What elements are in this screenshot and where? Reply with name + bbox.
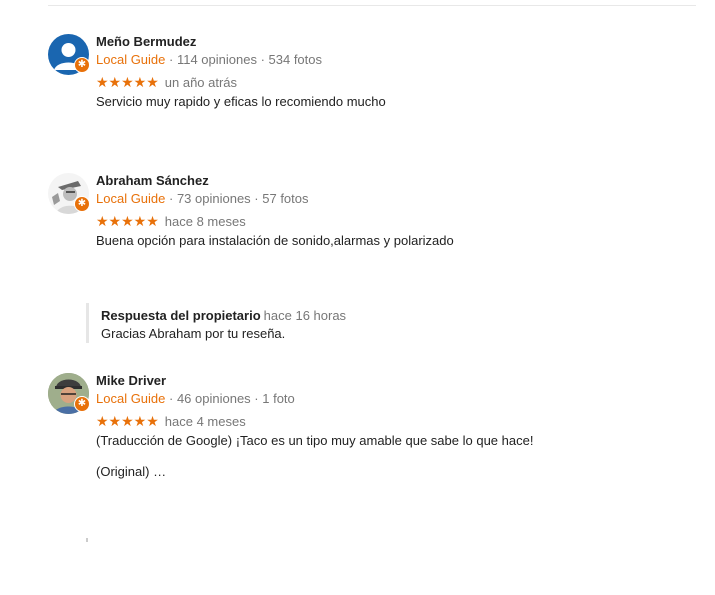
- reviewer-name[interactable]: Mike Driver: [96, 373, 166, 388]
- rating-row: ★★★★★ hace 4 meses: [96, 413, 246, 431]
- reviewer-name[interactable]: Abraham Sánchez: [96, 173, 209, 188]
- review-date: hace 4 meses: [164, 414, 246, 429]
- review-text: Servicio muy rapido y eficas lo recomien…: [96, 94, 386, 109]
- reviewer-meta: Local Guide · 46 opiniones · 1 foto: [96, 391, 295, 406]
- star-rating-icon: ★★★★★: [96, 213, 159, 229]
- loading-indicator: [86, 538, 88, 542]
- reviewer-name[interactable]: Meño Bermudez: [96, 34, 196, 49]
- owner-reply-time: hace 16 horas: [263, 308, 347, 323]
- local-guide-badge-icon: ✱: [74, 396, 90, 412]
- review-card: ✱ Mike Driver Local Guide · 46 opiniones…: [48, 373, 688, 493]
- photos-count: 57 fotos: [262, 191, 309, 206]
- local-guide-badge-icon: ✱: [74, 57, 90, 73]
- review-date: hace 8 meses: [164, 214, 246, 229]
- review-text: Buena opción para instalación de sonido,…: [96, 233, 454, 248]
- reviews-count: 46 opiniones: [176, 391, 251, 406]
- top-divider: [48, 5, 696, 6]
- photos-count: 534 fotos: [268, 52, 323, 67]
- reviewer-meta: Local Guide · 73 opiniones · 57 fotos: [96, 191, 309, 206]
- owner-reply: Respuesta del propietario hace 16 horas G…: [86, 303, 346, 343]
- reviews-count: 114 opiniones: [176, 52, 257, 67]
- review-card: ✱ Abraham Sánchez Local Guide · 73 opini…: [48, 173, 688, 253]
- local-guide-label: Local Guide: [96, 391, 166, 406]
- review-text: (Traducción de Google) ¡Taco es un tipo …: [96, 433, 534, 448]
- star-rating-icon: ★★★★★: [96, 74, 159, 90]
- photos-count: 1 foto: [262, 391, 295, 406]
- review-original-more[interactable]: (Original) …: [96, 464, 166, 479]
- local-guide-badge-icon: ✱: [74, 196, 90, 212]
- star-rating-icon: ★★★★★: [96, 413, 159, 429]
- rating-row: ★★★★★ hace 8 meses: [96, 213, 246, 231]
- rating-row: ★★★★★ un año atrás: [96, 74, 237, 92]
- reviewer-meta: Local Guide · 114 opiniones · 534 fotos: [96, 52, 323, 67]
- review-date: un año atrás: [164, 75, 238, 90]
- review-card: ✱ Meño Bermudez Local Guide · 114 opinio…: [48, 34, 688, 114]
- reviews-count: 73 opiniones: [176, 191, 251, 206]
- owner-reply-text: Gracias Abraham por tu reseña.: [101, 326, 286, 341]
- local-guide-label: Local Guide: [96, 191, 166, 206]
- local-guide-label: Local Guide: [96, 52, 166, 67]
- owner-reply-title: Respuesta del propietario: [101, 308, 261, 323]
